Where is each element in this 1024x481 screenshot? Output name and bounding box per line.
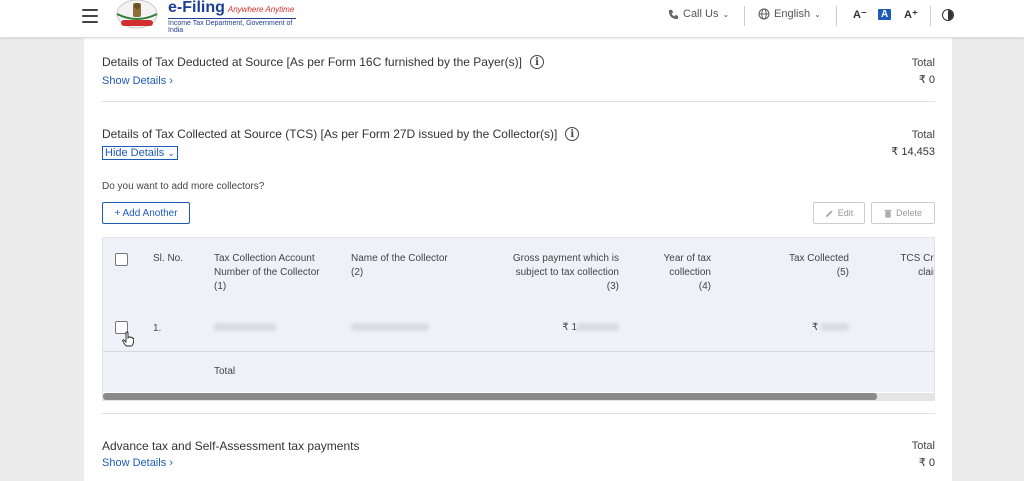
- tcs-section-title: Details of Tax Collected at Source (TCS)…: [102, 127, 580, 141]
- hand-cursor-icon: [122, 331, 134, 347]
- font-increase-button[interactable]: A⁺: [904, 8, 918, 21]
- logo-title-text: e-Filing: [168, 0, 225, 16]
- edit-label: Edit: [837, 208, 854, 218]
- language-label: English: [774, 8, 811, 20]
- info-icon[interactable]: i: [565, 127, 580, 141]
- add-collectors-question: Do you want to add more collectors?: [102, 181, 265, 192]
- header-tan-line3: (1): [214, 281, 227, 292]
- tds-section-title: Details of Tax Deducted at Source [As pe…: [102, 55, 544, 69]
- tcs-hide-details-link[interactable]: Hide Details ⌄: [102, 146, 178, 160]
- tcs-table: Sl. No. Tax Collection Account Number of…: [102, 237, 935, 401]
- tds-total-value: ₹ 0: [918, 74, 935, 86]
- delete-button[interactable]: Delete: [871, 202, 935, 224]
- font-decrease-button[interactable]: A⁻: [853, 8, 867, 21]
- divider: [836, 6, 837, 26]
- header-tan-line2: Number of the Collector: [214, 267, 320, 278]
- header-collected-line1: Tax Collected: [788, 253, 849, 264]
- advance-show-details-label: Show Details: [102, 457, 167, 469]
- tds-show-details-label: Show Details: [102, 75, 167, 87]
- page-background: [952, 38, 1024, 481]
- tds-total-label: Total: [911, 57, 935, 69]
- header-gross-line2: subject to tax collection: [515, 267, 619, 278]
- font-default-button[interactable]: A: [878, 9, 892, 20]
- header-tax-collected: Tax Collected (5): [763, 252, 849, 280]
- contrast-toggle-icon[interactable]: [942, 9, 954, 21]
- header-year-line3: (4): [698, 281, 711, 292]
- table-total-label: Total: [214, 366, 236, 377]
- chevron-down-icon: ⌄: [167, 148, 175, 158]
- call-us-label: Call Us: [683, 8, 719, 20]
- logo-title[interactable]: e-Filing Anywhere Anytime: [168, 0, 294, 18]
- advance-total-value: ₹ 0: [918, 457, 935, 469]
- advance-show-details-link[interactable]: Show Details ›: [102, 457, 173, 469]
- phone-icon: [668, 9, 679, 19]
- header-sl-no: Sl. No.: [153, 253, 184, 264]
- header-tan: Tax Collection Account Number of the Col…: [214, 252, 320, 294]
- scrollbar-thumb[interactable]: [103, 393, 877, 400]
- row-tan-redacted: [214, 322, 276, 333]
- divider: [930, 6, 931, 26]
- delete-label: Delete: [895, 208, 922, 218]
- header-gross-line1: Gross payment which is: [512, 253, 619, 264]
- advance-title-text: Advance tax and Self-Assessment tax paym…: [102, 439, 360, 453]
- chevron-down-icon: ⌄: [722, 9, 730, 19]
- row-collector-name-redacted: [351, 322, 429, 333]
- horizontal-scrollbar[interactable]: [103, 393, 934, 400]
- tcs-total-value: ₹ 14,453: [891, 146, 935, 158]
- logo-tagline: Anywhere Anytime: [227, 5, 295, 14]
- header-collector-name: Name of the Collector (2): [351, 252, 448, 280]
- header-tcs-line2: claime: [918, 267, 934, 278]
- info-icon[interactable]: i: [529, 55, 544, 69]
- language-dropdown[interactable]: English ⌄: [758, 8, 821, 20]
- call-us-dropdown[interactable]: Call Us ⌄: [668, 8, 729, 20]
- header-gross-line3: (3): [606, 281, 619, 292]
- logo-subtitle: Income Tax Department, Government of Ind…: [168, 18, 296, 34]
- row-gross-payment: ₹ 1: [561, 322, 619, 333]
- chevron-right-icon: ›: [169, 457, 173, 469]
- chevron-right-icon: ›: [169, 75, 173, 87]
- header-year-line2: collection: [669, 267, 711, 278]
- tcs-total-label: Total: [911, 129, 935, 141]
- header-name-line1: Name of the Collector: [351, 253, 448, 264]
- hamburger-menu-icon[interactable]: [82, 9, 98, 23]
- table-total-row: Total: [103, 352, 934, 392]
- header-year-line1: Year of tax: [663, 253, 711, 264]
- tcs-title-text: Details of Tax Collected at Source (TCS)…: [102, 127, 558, 141]
- row-gross-prefix: ₹ 1: [562, 322, 577, 333]
- tds-title-text: Details of Tax Deducted at Source [As pe…: [102, 55, 522, 69]
- emblem-logo-icon: [116, 0, 158, 29]
- header-collected-line2: (5): [836, 267, 849, 278]
- header-tcs-line1: TCS Credi: [900, 253, 934, 264]
- row-collected-prefix: ₹: [811, 322, 819, 333]
- pencil-icon: [825, 209, 833, 217]
- add-another-button[interactable]: + Add Another: [102, 202, 190, 224]
- advance-total-label: Total: [911, 440, 935, 452]
- tcs-hide-details-label: Hide Details: [105, 147, 165, 159]
- edit-button[interactable]: Edit: [813, 202, 865, 224]
- globe-icon: [758, 8, 770, 20]
- tax-details-card: Details of Tax Deducted at Source [As pe…: [84, 38, 952, 481]
- divider: [744, 6, 745, 26]
- top-bar: e-Filing Anywhere Anytime Income Tax Depa…: [0, 0, 1024, 38]
- chevron-down-icon: ⌄: [814, 9, 821, 19]
- row-tax-collected: ₹: [805, 322, 849, 333]
- row-sl-no: 1.: [153, 323, 162, 334]
- header-gross-payment: Gross payment which is subject to tax co…: [493, 252, 619, 294]
- header-name-line2: (2): [351, 267, 364, 278]
- header-year: Year of tax collection (4): [643, 252, 711, 294]
- header-tan-line1: Tax Collection Account: [214, 253, 315, 264]
- select-all-checkbox[interactable]: [115, 253, 128, 266]
- trash-icon: [884, 209, 892, 218]
- header-tcs-credit: TCS Credi claime: [887, 252, 934, 280]
- section-divider: [102, 413, 935, 414]
- tds-show-details-link[interactable]: Show Details ›: [102, 75, 173, 87]
- section-divider: [102, 101, 935, 102]
- advance-tax-section-title: Advance tax and Self-Assessment tax paym…: [102, 439, 359, 453]
